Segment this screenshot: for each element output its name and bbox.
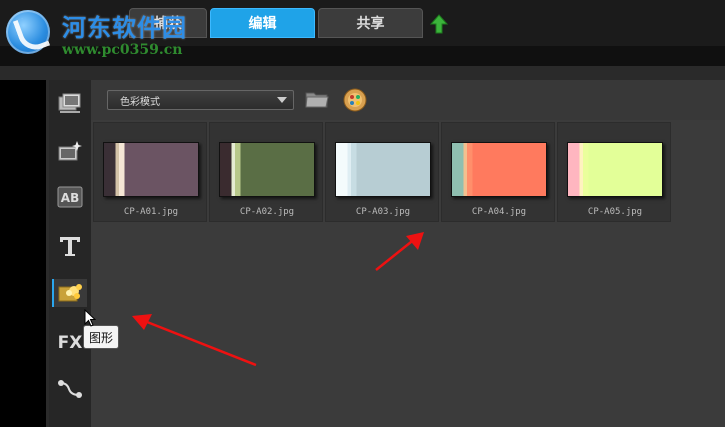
- tab-edit[interactable]: 编辑: [210, 8, 315, 38]
- library-item[interactable]: CP-A05.jpg: [557, 122, 671, 222]
- mouse-cursor-icon: [84, 309, 96, 327]
- thumbnail-image[interactable]: [219, 142, 315, 197]
- category-dropdown[interactable]: 色彩模式: [107, 90, 294, 110]
- watermark-title: 河东软件园: [62, 13, 187, 42]
- svg-text:AB: AB: [61, 191, 79, 205]
- upload-arrow-icon[interactable]: [430, 14, 448, 34]
- content-library-icon[interactable]: [343, 88, 367, 112]
- thumbnail-image[interactable]: [567, 142, 663, 197]
- thumbnail-image[interactable]: [103, 142, 199, 197]
- library-toolbar: AB FX: [49, 80, 91, 427]
- transition-ab-icon[interactable]: AB: [55, 183, 85, 211]
- toolbar-strip: [0, 66, 725, 80]
- library-item[interactable]: CP-A02.jpg: [209, 122, 323, 222]
- title-t-icon[interactable]: [55, 232, 85, 260]
- tab-share[interactable]: 共享: [318, 8, 423, 38]
- instant-project-icon[interactable]: [55, 137, 85, 165]
- folder-icon[interactable]: [305, 89, 329, 109]
- library-item[interactable]: CP-A01.jpg: [93, 122, 207, 222]
- thumbnail-caption: CP-A05.jpg: [587, 207, 643, 217]
- chevron-down-icon: [277, 97, 287, 103]
- graphics-icon[interactable]: [52, 279, 87, 307]
- thumbnail-caption: CP-A01.jpg: [123, 207, 179, 217]
- watermark-url: www.pc0359.cn: [62, 42, 183, 58]
- thumbnail-image[interactable]: [451, 142, 547, 197]
- svg-text:FX: FX: [58, 333, 83, 353]
- library-item[interactable]: CP-A04.jpg: [441, 122, 555, 222]
- watermark: 河东软件园 www.pc0359.cn: [0, 2, 215, 66]
- thumbnail-image[interactable]: [335, 142, 431, 197]
- thumbnail-caption: CP-A03.jpg: [355, 207, 411, 217]
- preview-window[interactable]: [0, 80, 47, 427]
- thumbnail-grid: CP-A01.jpg CP-A02.jpg CP-A03.jpg CP-A04.jpg…: [93, 122, 673, 222]
- thumbnail-caption: CP-A02.jpg: [239, 207, 295, 217]
- media-icon[interactable]: [55, 89, 85, 117]
- category-dropdown-value: 色彩模式: [120, 96, 160, 108]
- filter-bar: 色彩模式: [91, 80, 725, 120]
- library-panel: 色彩模式 CP-A01.jpg CP-A02.jpg CP-A03.jpg CP-A0…: [91, 80, 725, 427]
- motion-path-icon[interactable]: [55, 375, 85, 403]
- library-item[interactable]: CP-A03.jpg: [325, 122, 439, 222]
- watermark-logo-icon: [6, 10, 50, 54]
- thumbnail-caption: CP-A04.jpg: [471, 207, 527, 217]
- tooltip: 图形: [83, 325, 119, 349]
- fx-icon[interactable]: FX: [55, 327, 85, 355]
